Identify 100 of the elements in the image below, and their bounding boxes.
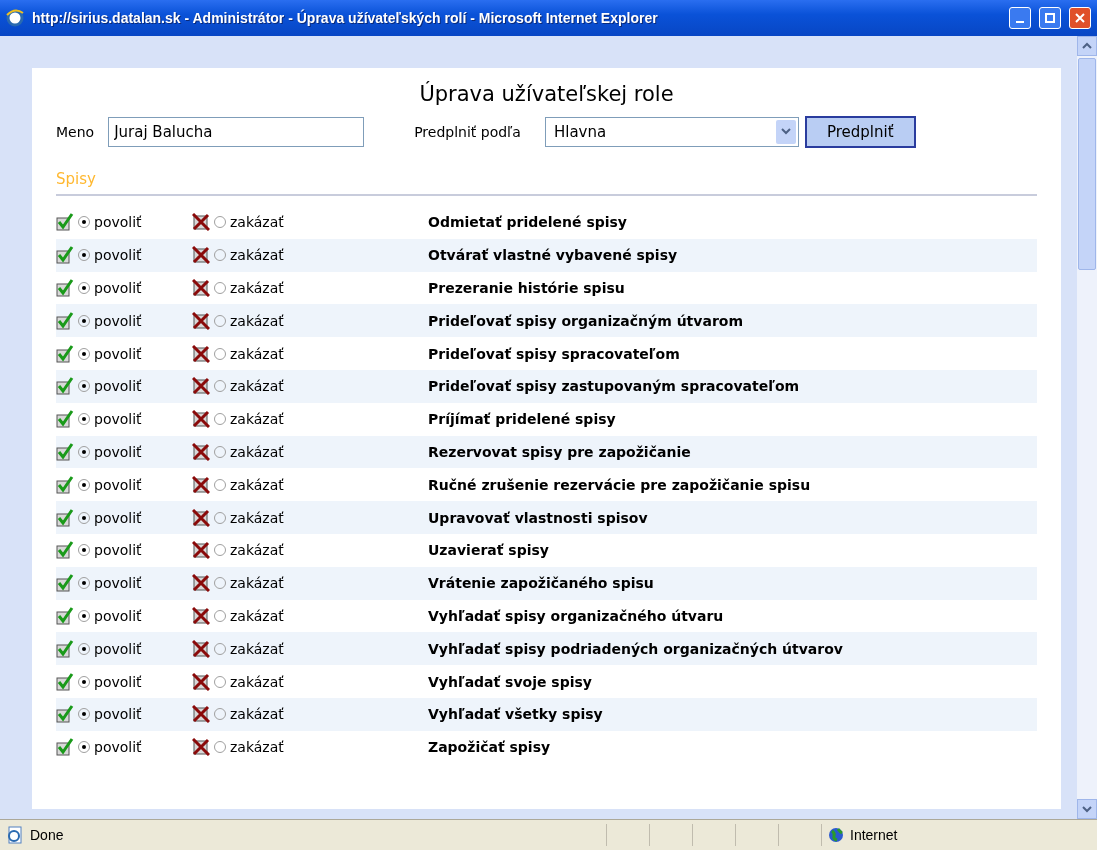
prefill-dropdown[interactable]: Hlavna [544, 117, 799, 147]
deny-label: zakázať [230, 575, 284, 592]
maximize-button[interactable] [1039, 7, 1061, 29]
checkmark-icon [56, 442, 74, 461]
deny-label: zakázať [230, 509, 284, 526]
status-text: Done [30, 827, 64, 843]
checkmark-icon [56, 213, 74, 232]
permission-name: Uzavierať spisy [428, 542, 549, 559]
permission-name: Rezervovat spisy pre zapožičanie [428, 443, 691, 460]
cross-icon [192, 246, 210, 265]
cross-icon [192, 213, 210, 232]
minimize-icon [1016, 21, 1024, 23]
allow-label: povoliť [94, 214, 142, 231]
name-field[interactable]: Juraj Balucha [108, 117, 365, 147]
cross-icon [192, 377, 210, 396]
name-label: Meno [56, 124, 95, 140]
caret-icon [780, 128, 791, 136]
permission-name: Vyhľadať svoje spisy [428, 673, 592, 690]
deny-label: zakázať [230, 542, 284, 559]
deny-label: zakázať [230, 214, 284, 231]
scrollbar-thumb[interactable] [1078, 58, 1096, 270]
allow-label: povoliť [94, 739, 142, 756]
checkmark-icon [56, 410, 74, 429]
allow-label: povoliť [94, 443, 142, 460]
checkmark-icon [56, 738, 74, 757]
checkmark-icon [56, 606, 74, 625]
cross-icon [192, 410, 210, 429]
zone-text: Internet [850, 827, 898, 843]
permission-name: Otvárať vlastné vybavené spisy [428, 247, 678, 264]
allow-label: povoliť [94, 312, 142, 329]
allow-label: povoliť [94, 476, 142, 493]
allow-label: povoliť [94, 411, 142, 428]
cross-icon [192, 705, 210, 724]
permission-name: Ručné zrušenie rezervácie pre zapožičanie spisu [428, 476, 811, 493]
allow-label: povoliť [94, 378, 142, 395]
deny-label: zakázať [230, 247, 284, 264]
allow-label: povoliť [94, 247, 142, 264]
checkmark-icon [56, 639, 74, 658]
checkmark-icon [56, 377, 74, 396]
checkmark-icon [56, 541, 74, 560]
deny-label: zakázať [230, 706, 284, 723]
deny-label: zakázať [230, 411, 284, 428]
globe-icon [828, 827, 844, 843]
permission-name: Vyhľadať spisy organizačného útvaru [428, 607, 724, 624]
window-title: http://sirius.datalan.sk - Administrátor - Úprava užívateľských rolí - Microsoft Internet Explorer [32, 10, 659, 26]
page-heading: Úprava užívateľskej role [418, 82, 675, 106]
cross-icon [192, 279, 210, 297]
checkmark-icon [56, 344, 74, 363]
close-icon [1075, 13, 1085, 23]
allow-label: povoliť [94, 673, 142, 690]
allow-label: povoliť [94, 509, 142, 526]
cross-icon [192, 606, 210, 625]
permission-name: Vyhľadať všetky spisy [428, 706, 603, 723]
page-icon [6, 826, 24, 844]
permission-name: Prideľovať spisy zastupovaným spracovateľom [428, 378, 800, 395]
deny-label: zakázať [230, 640, 284, 657]
checkmark-icon [56, 672, 74, 691]
permission-name: Prezeranie histórie spisu [428, 280, 625, 296]
cross-icon [192, 541, 210, 560]
checkmark-icon [56, 705, 74, 724]
checkmark-icon [56, 574, 74, 593]
close-button[interactable] [1069, 7, 1091, 29]
prefill-label: Predplniť podľa [414, 124, 521, 140]
checkmark-icon [56, 311, 74, 330]
checkmark-icon [56, 279, 74, 297]
minimize-button[interactable] [1009, 7, 1031, 29]
cross-icon [192, 672, 210, 691]
cross-icon [192, 311, 210, 330]
allow-label: povoliť [94, 542, 142, 559]
cross-icon [192, 475, 210, 494]
deny-label: zakázať [230, 378, 284, 395]
prefill-button[interactable]: Predplniť [804, 116, 916, 148]
checkmark-icon [56, 475, 74, 494]
deny-label: zakázať [230, 673, 284, 690]
permission-name: Príjímať pridelené spisy [428, 411, 616, 428]
allow-label: povoliť [94, 280, 142, 296]
cross-icon [192, 508, 210, 527]
scrollbar[interactable] [1077, 36, 1097, 819]
deny-label: zakázať [230, 280, 284, 296]
section-heading: Spisy [56, 170, 97, 190]
allow-label: povoliť [94, 607, 142, 624]
allow-label: povoliť [94, 345, 142, 362]
maximize-icon [1045, 13, 1055, 23]
allow-label: povoliť [94, 640, 142, 657]
deny-label: zakázať [230, 443, 284, 460]
deny-label: zakázať [230, 739, 284, 756]
deny-label: zakázať [230, 312, 284, 329]
cross-icon [192, 344, 210, 363]
checkmark-icon [56, 246, 74, 265]
cross-icon [192, 574, 210, 593]
permission-name: Vyhľadať spisy podriadených organizačných útvarov [428, 640, 843, 657]
permission-name: Vrátenie zapožičaného spisu [428, 575, 654, 592]
permission-name: Prideľovať spisy spracovateľom [428, 345, 680, 362]
allow-label: povoliť [94, 706, 142, 723]
permission-name: Prideľovať spisy organizačným útvarom [428, 312, 743, 329]
permission-name: Odmietať pridelené spisy [428, 214, 627, 231]
cross-icon [192, 639, 210, 658]
browser-icon [6, 9, 24, 27]
allow-label: povoliť [94, 575, 142, 592]
permission-name: Zapožičať spisy [428, 739, 551, 756]
